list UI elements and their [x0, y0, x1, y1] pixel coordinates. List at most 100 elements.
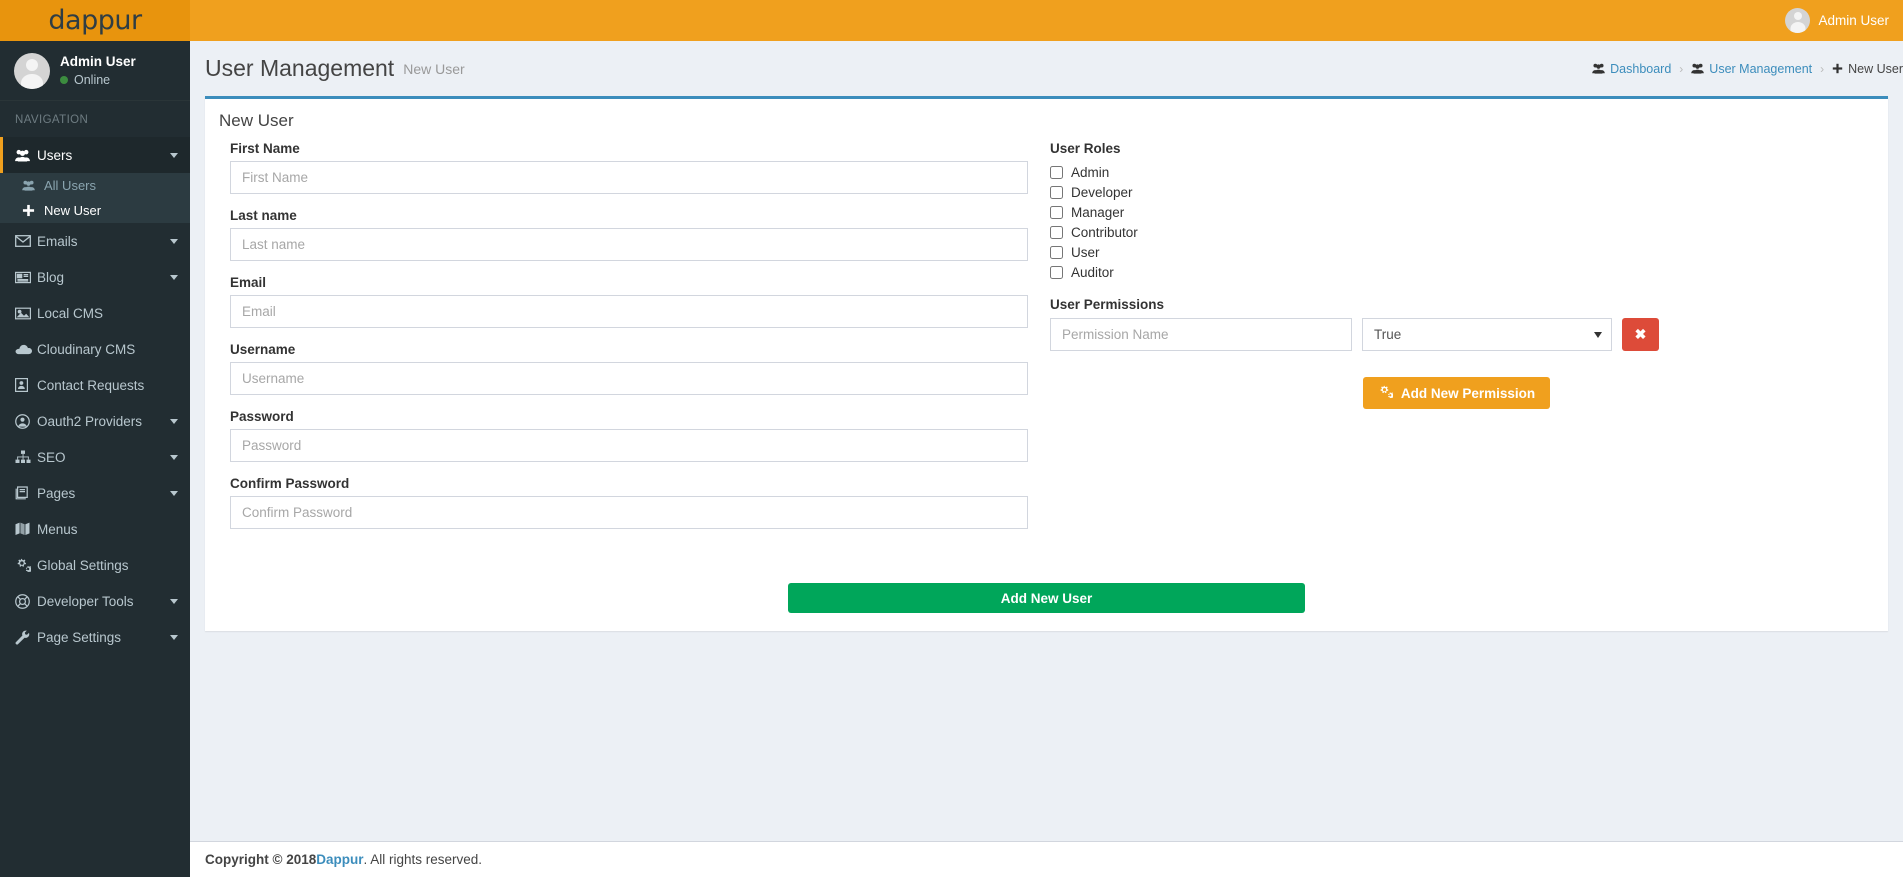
online-status-icon [60, 76, 68, 84]
box-body: First Name Last name Email Username Pass… [205, 141, 1888, 561]
role-checkbox-input[interactable] [1050, 266, 1063, 279]
sidebar-item-label: Blog [37, 269, 65, 285]
role-checkbox-input[interactable] [1050, 166, 1063, 179]
sidebar-item-label: Local CMS [37, 305, 104, 321]
add-new-user-button[interactable]: Add New User [788, 583, 1305, 613]
sidebar-item-cloudinary-cms[interactable]: Cloudinary CMS [0, 331, 190, 367]
sidebar-item-all-users[interactable]: All Users [0, 173, 190, 198]
user-roles-list: Admin Developer Manager Contributor User… [1050, 165, 1863, 280]
sidebar: Admin User Online NAVIGATION Users All U… [0, 41, 190, 877]
sidebar-item-users[interactable]: Users [0, 137, 190, 173]
page-subtitle: New User [403, 60, 465, 77]
sidebar-item-developer-tools[interactable]: Developer Tools [0, 583, 190, 619]
sidebar-item-local-cms[interactable]: Local CMS [0, 295, 190, 331]
form-group-username: Username [230, 342, 1028, 395]
topbar-user-menu[interactable]: Admin User [1771, 0, 1903, 41]
content-header: User Management New User Dashboard › Use… [190, 41, 1903, 96]
sidebar-item-label: Page Settings [37, 629, 122, 645]
sidebar-item-contact-requests[interactable]: Contact Requests [0, 367, 190, 403]
sidebar-item-seo[interactable]: SEO [0, 439, 190, 475]
sidebar-item-label: Pages [37, 485, 76, 501]
sidebar-item-label: SEO [37, 449, 66, 465]
username-input[interactable] [230, 362, 1028, 395]
sidebar-subitem-label: New User [44, 203, 102, 218]
sidebar-submenu-users: All Users New User [0, 173, 190, 223]
chevron-down-icon [170, 152, 178, 158]
breadcrumb-item-user-management[interactable]: User Management [1691, 62, 1812, 76]
role-checkbox-user[interactable]: User [1050, 245, 1863, 260]
sidebar-item-emails[interactable]: Emails [0, 223, 190, 259]
sidebar-item-label: Developer Tools [37, 593, 134, 609]
sitemap-icon [15, 450, 37, 464]
sidebar-item-page-settings[interactable]: Page Settings [0, 619, 190, 655]
sidebar-user-panel[interactable]: Admin User Online [0, 41, 190, 101]
last-name-input[interactable] [230, 228, 1028, 261]
breadcrumb-separator: › [1820, 61, 1825, 76]
footer-copyright-prefix: Copyright © 2018 [205, 852, 317, 867]
role-checkbox-auditor[interactable]: Auditor [1050, 265, 1863, 280]
footer: Copyright © 2018 Dappur . All rights res… [190, 841, 1903, 877]
chevron-down-icon [170, 490, 178, 496]
cogs-icon [1378, 385, 1394, 401]
sidebar-item-pages[interactable]: Pages [0, 475, 190, 511]
email-input[interactable] [230, 295, 1028, 328]
form-group-first-name: First Name [230, 141, 1028, 194]
footer-copyright-suffix: . All rights reserved. [363, 852, 483, 867]
role-checkbox-input[interactable] [1050, 186, 1063, 199]
first-name-input[interactable] [230, 161, 1028, 194]
email-label: Email [230, 275, 267, 290]
role-checkbox-manager[interactable]: Manager [1050, 205, 1863, 220]
sidebar-item-oauth2-providers[interactable]: Oauth2 Providers [0, 403, 190, 439]
dashboard-icon [1592, 63, 1605, 74]
newspaper-icon [15, 271, 37, 284]
role-checkbox-input[interactable] [1050, 226, 1063, 239]
users-icon [1691, 63, 1705, 74]
new-user-box: New User First Name Last name Email Us [205, 96, 1888, 631]
sidebar-item-global-settings[interactable]: Global Settings [0, 547, 190, 583]
logo-text: dappur [48, 5, 142, 36]
sidebar-item-label: Oauth2 Providers [37, 413, 143, 429]
plus-icon [1832, 63, 1843, 74]
plus-icon [22, 204, 44, 217]
role-checkbox-admin[interactable]: Admin [1050, 165, 1863, 180]
logo[interactable]: dappur [0, 0, 190, 41]
breadcrumb-item-new-user: New User [1832, 62, 1903, 76]
breadcrumb-label: User Management [1709, 61, 1813, 76]
add-permission-label: Add New Permission [1400, 385, 1536, 401]
role-label: Developer [1071, 185, 1133, 200]
map-icon [15, 522, 37, 536]
chevron-down-icon [170, 598, 178, 604]
password-input[interactable] [230, 429, 1028, 462]
last-name-label: Last name [230, 208, 297, 223]
breadcrumb-item-dashboard[interactable]: Dashboard [1592, 62, 1671, 76]
sidebar-item-menus[interactable]: Menus [0, 511, 190, 547]
sidebar-user-name: Admin User [60, 54, 136, 69]
sidebar-item-blog[interactable]: Blog [0, 259, 190, 295]
delete-permission-button[interactable]: ✖ [1622, 318, 1659, 351]
role-checkbox-input[interactable] [1050, 246, 1063, 259]
permission-name-input[interactable] [1050, 318, 1352, 351]
users-icon [15, 149, 37, 162]
breadcrumb-separator: › [1679, 61, 1684, 76]
password-label: Password [230, 409, 294, 424]
sidebar-item-new-user[interactable]: New User [0, 198, 190, 223]
role-checkbox-developer[interactable]: Developer [1050, 185, 1863, 200]
cloud-icon [15, 344, 37, 355]
chevron-down-icon [170, 274, 178, 280]
sidebar-item-label: Global Settings [37, 557, 129, 573]
role-label: Admin [1071, 165, 1110, 180]
permission-row: True False ✖ [1050, 318, 1863, 351]
permission-value-select[interactable]: True False [1362, 318, 1612, 351]
role-checkbox-input[interactable] [1050, 206, 1063, 219]
username-label: Username [230, 342, 296, 357]
add-new-permission-button[interactable]: Add New Permission [1362, 377, 1551, 409]
confirm-password-input[interactable] [230, 496, 1028, 529]
user-permissions-label: User Permissions [1050, 297, 1165, 312]
form-group-confirm-password: Confirm Password [230, 476, 1028, 529]
permission-value-select-wrapper: True False [1362, 318, 1612, 351]
role-checkbox-contributor[interactable]: Contributor [1050, 225, 1863, 240]
user-roles-label: User Roles [1050, 141, 1121, 156]
cogs-icon [15, 558, 37, 572]
footer-brand-link[interactable]: Dappur [316, 852, 363, 867]
box-title: New User [219, 111, 294, 130]
